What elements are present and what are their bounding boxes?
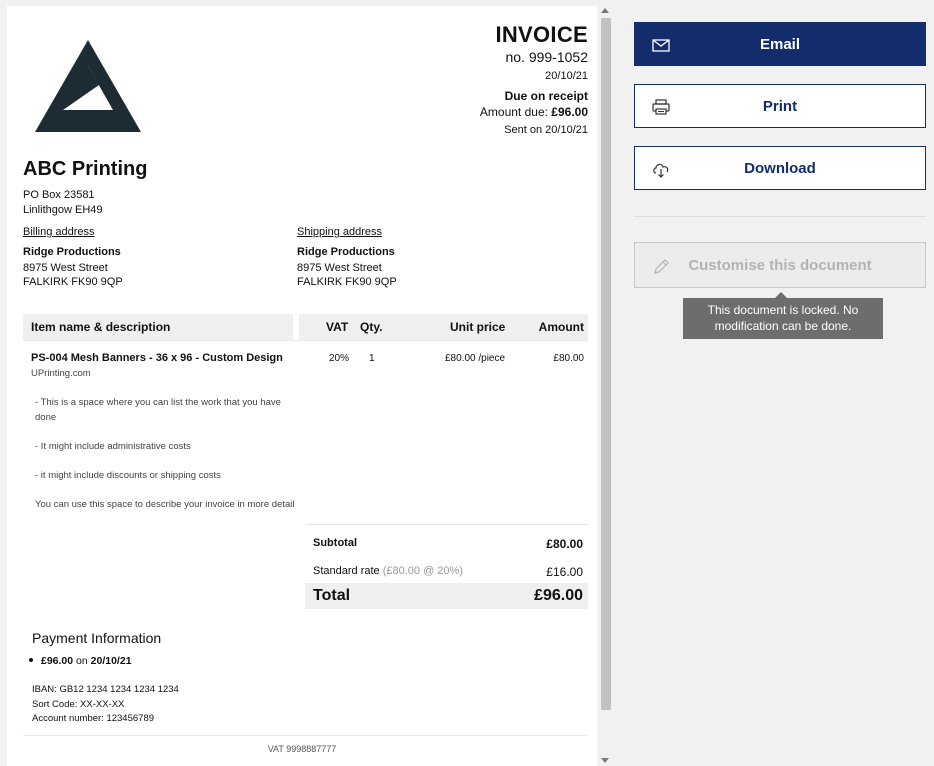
subtotal-value: £80.00 (546, 537, 583, 551)
payment-account: Account number: 123456789 (32, 713, 155, 724)
shipping-address: Shipping address Ridge Productions 8975 … (297, 225, 397, 289)
print-button[interactable]: Print (634, 84, 926, 128)
print-button-label: Print (762, 97, 798, 115)
sidebar-divider (634, 216, 926, 217)
payment-title: Payment Information (32, 630, 162, 646)
scrollbar-thumb[interactable] (601, 18, 611, 710)
invoice-sent: Sent on 20/10/21 (504, 124, 588, 136)
download-button-label: Download (744, 159, 816, 177)
tax-label-group: Standard rate (£80.00 @ 20%) (313, 565, 463, 577)
subtotal-label: Subtotal (313, 537, 357, 549)
footer-divider (23, 735, 588, 736)
header-unit-price: Unit price (450, 320, 506, 334)
billing-city: FALKIRK FK90 9QP (23, 276, 123, 288)
invoice-document: INVOICE no. 999-1052 20/10/21 Due on rec… (7, 6, 597, 766)
locked-tooltip: This document is locked. No modification… (683, 298, 883, 339)
item-description-line: UPrinting.com (31, 368, 91, 379)
scroll-up-icon[interactable] (601, 8, 609, 13)
customise-button-label: Customise this document (688, 256, 872, 274)
bullet-icon (29, 658, 33, 663)
total-label: Total (313, 587, 351, 604)
printer-icon (652, 99, 670, 115)
tax-detail: (£80.00 @ 20%) (382, 565, 463, 577)
company-address-line: Linlithgow EH49 (23, 204, 103, 216)
total-value: £96.00 (534, 587, 583, 604)
billing-street: 8975 West Street (23, 262, 108, 274)
table-row: PS-004 Mesh Banners - 36 x 96 - Custom D… (23, 340, 588, 510)
item-description: UPrinting.com - This is a space where yo… (31, 367, 295, 527)
payment-details: IBAN: GB12 1234 1234 1234 1234 Sort Code… (32, 683, 179, 727)
tax-value: £16.00 (546, 565, 583, 579)
header-amount: Amount (538, 320, 584, 334)
tax-label: Standard rate (313, 565, 380, 577)
item-description-line: - It might include administrative costs (35, 440, 191, 452)
item-qty: 1 (369, 353, 375, 364)
header-item: Item name & description (31, 320, 171, 334)
billing-name: Ridge Productions (23, 246, 121, 258)
shipping-city: FALKIRK FK90 9QP (297, 276, 397, 288)
shipping-street: 8975 West Street (297, 262, 382, 274)
amount-due: Amount due: £96.00 (480, 105, 588, 119)
payment-entry-on: on (76, 655, 88, 667)
pencil-icon (654, 259, 669, 274)
company-name: ABC Printing (23, 158, 148, 180)
customise-document-button[interactable]: Customise this document (634, 242, 926, 288)
billing-address-title: Billing address (23, 226, 95, 238)
billing-address: Billing address Ridge Productions 8975 W… (23, 225, 123, 289)
item-amount: £80.00 (553, 353, 584, 364)
invoice-title: INVOICE (495, 22, 588, 47)
item-name: PS-004 Mesh Banners - 36 x 96 - Custom D… (31, 352, 283, 364)
header-vat: VAT (326, 320, 349, 334)
shipping-name: Ridge Productions (297, 246, 395, 258)
company-block: ABC Printing PO Box 23581 Linlithgow EH4… (23, 158, 147, 216)
email-button[interactable]: Email (634, 22, 926, 66)
item-description-line: You can use this space to describe your … (35, 498, 295, 510)
company-address-line: PO Box 23581 (23, 189, 95, 201)
item-vat: 20% (329, 353, 350, 364)
payment-entry: £96.00 on 20/10/21 (29, 655, 132, 667)
payment-entry-amount: £96.00 (41, 655, 74, 667)
email-button-label: Email (759, 35, 801, 53)
envelope-icon (652, 39, 670, 52)
invoice-header: INVOICE no. 999-1052 20/10/21 Due on rec… (480, 22, 588, 136)
item-description-line: - This is a space where you can list the… (35, 397, 281, 423)
footer-vat: VAT 9998887777 (267, 744, 337, 754)
item-unit-price: £80.00 /piece (445, 353, 506, 364)
items-table-header: Item name & description VAT Qty. Unit pr… (23, 314, 588, 340)
shipping-address-title: Shipping address (297, 226, 383, 238)
amount-due-value: £96.00 (551, 105, 588, 119)
item-description-line: - it might include discounts or shipping… (35, 469, 221, 481)
download-button[interactable]: Download (634, 146, 926, 190)
header-qty: Qty. (360, 320, 383, 334)
invoice-date: 20/10/21 (545, 70, 588, 82)
payment-iban: IBAN: GB12 1234 1234 1234 1234 (32, 684, 179, 695)
cloud-download-icon (653, 163, 669, 178)
invoice-due: Due on receipt (504, 89, 588, 103)
company-logo (35, 40, 141, 132)
invoice-number: no. 999-1052 (505, 49, 588, 65)
totals-block: Subtotal £80.00 Standard rate (£80.00 @ … (305, 524, 588, 609)
amount-due-label: Amount due: (479, 105, 552, 119)
payment-entry-date: 20/10/21 (90, 655, 132, 667)
payment-sort-code: Sort Code: XX-XX-XX (32, 698, 125, 710)
scroll-down-icon[interactable] (601, 758, 609, 763)
total-row: Total £96.00 (305, 583, 588, 609)
